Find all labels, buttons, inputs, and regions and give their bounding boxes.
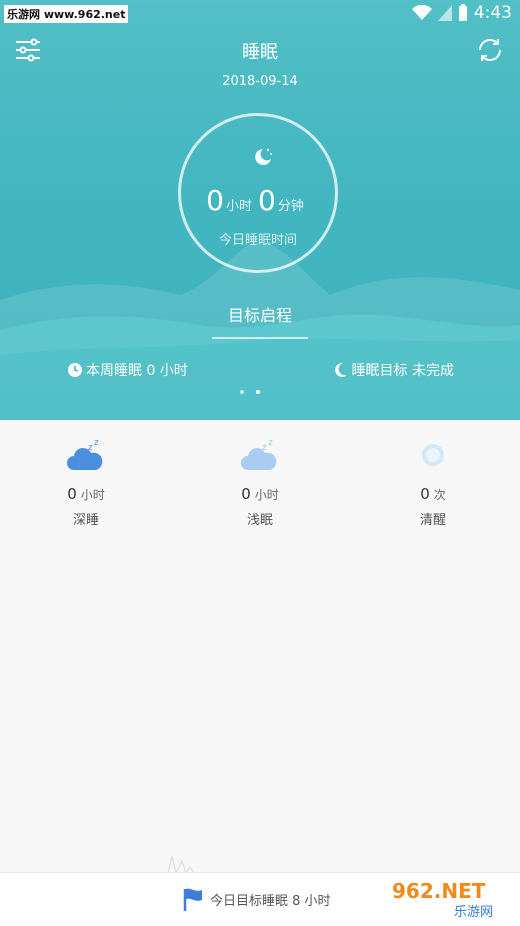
watermark-line-2: 乐游网 [454, 905, 493, 920]
sleep-hours-value: 0 [206, 184, 224, 217]
deep-sleep-value: 0 [67, 485, 77, 503]
site-watermark-logo: 962.NET 乐游网 [384, 876, 512, 920]
page-indicator [240, 390, 260, 394]
sleep-goal-text: 睡眠目标 未完成 [351, 363, 454, 379]
wifi-icon [411, 5, 432, 20]
sleep-summary-ring: 0 小时 0 分钟 今日睡眠时间 [178, 113, 338, 273]
page-dot-active[interactable] [256, 390, 260, 394]
light-sleep-unit: 小时 [254, 488, 279, 502]
deep-sleep-label: 深睡 [72, 513, 99, 528]
sleep-metrics: z z 0 小时 深睡 z z 0 小时 浅眠 0次 清醒 [0, 430, 520, 540]
moon-icon [334, 362, 347, 377]
svg-text:z: z [94, 438, 99, 448]
awake-circle-icon [422, 444, 444, 466]
sleep-goal-stat: 睡眠目标 未完成 [334, 360, 454, 380]
daily-goal-text: 今日目标睡眠 8 小时 [210, 893, 331, 909]
light-sleep-label: 浅眠 [246, 513, 273, 528]
deep-sleep-unit: 小时 [80, 488, 105, 502]
status-bar: 乐游网 www.962.net 4:43 [0, 0, 520, 28]
light-sleep-value: 0 [241, 485, 251, 503]
sleep-hours-unit: 小时 [225, 199, 252, 214]
metric-awake: 0次 清醒 [373, 430, 493, 528]
weekly-sleep-stat: 本周睡眠 0 小时 [67, 360, 188, 380]
awake-count-unit: 次 [433, 488, 446, 502]
clock-icon [68, 363, 82, 377]
watermark-line-1: 962.NET [392, 879, 486, 903]
goal-button-underline [212, 337, 308, 339]
svg-text:z: z [268, 438, 273, 448]
sleep-duration-caption: 今日睡眠时间 [218, 233, 297, 248]
flag-icon [183, 888, 202, 911]
moon-stars-icon [255, 148, 272, 165]
top-bar: 睡眠 [0, 28, 520, 72]
sync-icon[interactable] [474, 36, 506, 64]
svg-text:z: z [262, 443, 267, 453]
sleep-minutes-value: 0 [258, 184, 276, 217]
metric-deep-sleep: z z 0 小时 深睡 [26, 430, 146, 528]
page-title: 睡眠 [242, 42, 278, 63]
sleep-minutes-unit: 分钟 [277, 199, 304, 214]
status-site-label: 乐游网 www.962.net [4, 5, 129, 23]
awake-count-value: 0 [420, 485, 430, 503]
start-goal-button[interactable]: 目标启程 [200, 302, 320, 326]
sleep-hero-panel: 乐游网 www.962.net 4:43 睡眠 2018-09-14 0 小时 … [0, 0, 520, 420]
metric-light-sleep: z z 0 小时 浅眠 [200, 430, 320, 528]
page-dot[interactable] [240, 390, 244, 394]
deep-sleep-cloud-icon: z z [67, 438, 103, 470]
battery-icon [458, 4, 467, 21]
mobile-signal-icon [437, 5, 452, 21]
light-sleep-cloud-icon: z z [241, 438, 277, 470]
status-time: 4:43 [473, 3, 512, 23]
svg-text:z: z [88, 443, 93, 453]
weekly-sleep-text: 本周睡眠 0 小时 [86, 363, 188, 379]
awake-label: 清醒 [419, 513, 446, 528]
sleep-duration: 0 小时 0 分钟 [181, 184, 335, 217]
current-date: 2018-09-14 [222, 74, 298, 89]
